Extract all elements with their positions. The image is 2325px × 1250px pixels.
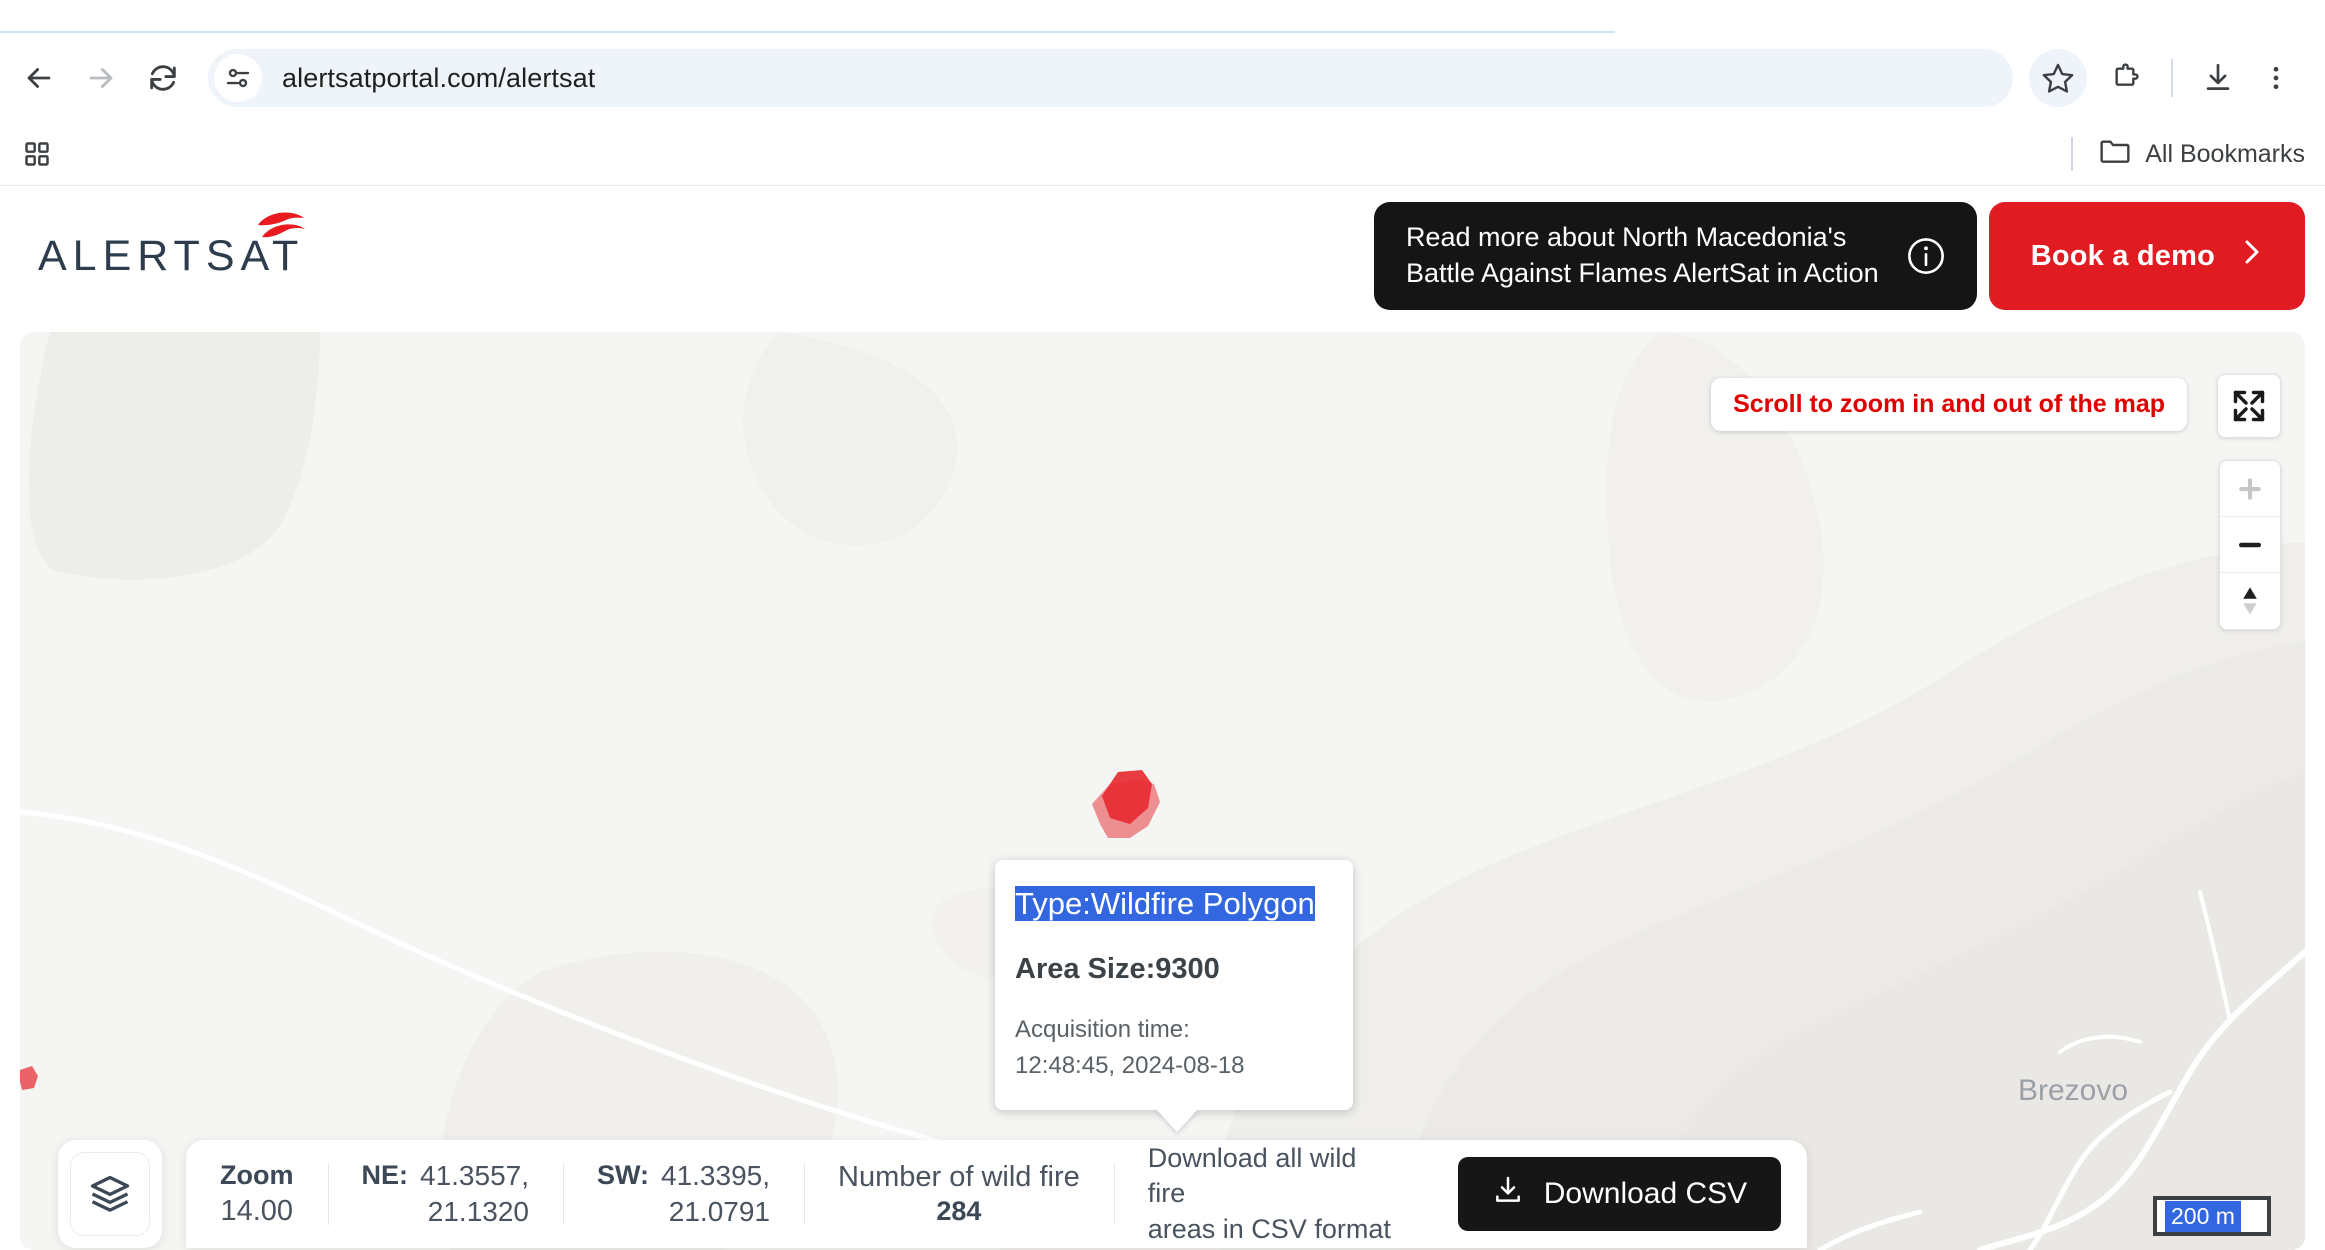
popup-area-size: Area Size:9300 <box>1015 952 1220 985</box>
apps-grid-icon[interactable] <box>14 131 60 177</box>
extensions-puzzle-icon[interactable] <box>2097 49 2155 107</box>
sw-coordinates: SW: 41.3395, 21.0791 <box>563 1158 804 1231</box>
sw-values: 41.3395, 21.0791 <box>661 1158 770 1231</box>
forward-arrow-icon[interactable] <box>70 47 132 109</box>
browser-window: alertsatportal.com/alertsat All Bookmark… <box>0 0 2325 1250</box>
wildfire-polygon-edge <box>20 1066 38 1090</box>
map-stats-bar: Zoom 14.00 NE: 41.3557, 21.1320 SW: 41.3… <box>186 1140 1808 1248</box>
map-container[interactable]: Brezovo Type:Wildfire Polygon Area Size:… <box>20 332 2305 1250</box>
promo-text: Read more about North Macedonia's Battle… <box>1406 220 1879 291</box>
promo-line-1: Read more about North Macedonia's <box>1405 222 1847 253</box>
back-arrow-icon[interactable] <box>8 47 70 109</box>
address-bar-url[interactable]: alertsatportal.com/alertsat <box>282 63 595 94</box>
site-settings-tune-icon[interactable] <box>214 54 262 102</box>
zoom-out-button[interactable] <box>2220 517 2280 573</box>
bookmarks-divider <box>2071 137 2074 171</box>
promo-line-2: Battle Against Flames AlertSat in Action <box>1405 258 1879 288</box>
map-zoom-controls <box>2219 460 2281 630</box>
popup-pointer <box>1155 1107 1199 1132</box>
ne-values: 41.3557, 21.1320 <box>420 1158 529 1231</box>
promo-banner[interactable]: Read more about North Macedonia's Battle… <box>1373 202 1977 310</box>
ne-label: NE: <box>361 1159 409 1190</box>
zoom-in-button[interactable] <box>2220 461 2280 517</box>
zoom-label: Zoom <box>220 1160 294 1190</box>
address-bar[interactable]: alertsatportal.com/alertsat <box>208 49 2013 107</box>
browser-toolbar: alertsatportal.com/alertsat <box>0 33 2325 123</box>
sw-label: SW: <box>597 1159 649 1190</box>
bookmarks-bar: All Bookmarks <box>0 123 2325 185</box>
map-scale-bar: 200 m <box>2153 1196 2271 1236</box>
download-csv-label: Download CSV <box>1543 1177 1748 1210</box>
scroll-hint-tooltip: Scroll to zoom in and out of the map <box>1711 378 2187 431</box>
star-icon[interactable] <box>2029 49 2087 107</box>
ne-lon: 21.1320 <box>427 1196 529 1227</box>
all-bookmarks-button[interactable]: All Bookmarks <box>2099 137 2305 172</box>
fullscreen-expand-icon[interactable] <box>2217 374 2281 438</box>
chevron-right-icon <box>2241 237 2263 275</box>
wildfire-count-stat: Number of wild fire 284 <box>804 1159 1114 1229</box>
download-icon <box>1492 1174 1524 1214</box>
download-icon[interactable] <box>2189 49 2247 107</box>
site-header: ALERTSAT Read more about North Macedonia… <box>0 186 2325 326</box>
flame-swoosh-icon <box>252 206 308 247</box>
popup-title: Type:Wildfire Polygon <box>1015 886 1315 921</box>
alertsat-logo[interactable]: ALERTSAT <box>38 212 306 281</box>
map-scale-label: 200 m <box>2165 1200 2241 1232</box>
ne-lat: 41.3557, <box>420 1159 529 1191</box>
popup-acquisition-value: 12:48:45, 2024-08-18 <box>1015 1051 1245 1079</box>
wildfire-count-label: Number of wild fire <box>838 1161 1080 1193</box>
folder-icon <box>2099 137 2131 172</box>
book-a-demo-label: Book a demo <box>2030 239 2215 272</box>
page-content: ALERTSAT Read more about North Macedonia… <box>0 186 2325 1250</box>
download-csv-button[interactable]: Download CSV <box>1457 1157 1782 1231</box>
wildfire-count-value: 284 <box>936 1196 982 1227</box>
toolbar-divider <box>2171 59 2173 97</box>
tab-strip <box>0 0 2325 33</box>
download-description: Download all wild fire areas in CSV form… <box>1114 1141 1432 1246</box>
layers-icon <box>70 1152 150 1236</box>
all-bookmarks-label: All Bookmarks <box>2145 139 2305 168</box>
book-a-demo-button[interactable]: Book a demo <box>1988 202 2305 310</box>
wildfire-polygon-selected <box>1092 770 1160 838</box>
popup-acquisition-label: Acquisition time: <box>1015 1015 1190 1043</box>
reload-icon[interactable] <box>132 47 194 109</box>
header-actions: Read more about North Macedonia's Battle… <box>1373 202 2305 310</box>
zoom-value: 14.00 <box>220 1194 294 1227</box>
download-desc-line-1: Download all wild fire <box>1147 1143 1357 1209</box>
download-desc-line-2: areas in CSV format <box>1147 1213 1391 1244</box>
ne-coordinates: NE: 41.3557, 21.1320 <box>328 1158 564 1231</box>
info-circle-icon[interactable] <box>1905 235 1947 277</box>
layers-button[interactable] <box>58 1140 162 1248</box>
kebab-menu-icon[interactable] <box>2247 49 2305 107</box>
compass-tilt-icon[interactable] <box>2220 573 2280 629</box>
sw-lon: 21.0791 <box>668 1196 770 1227</box>
wildfire-info-popup[interactable]: Type:Wildfire Polygon Area Size:9300 Acq… <box>995 860 1353 1132</box>
zoom-stat: Zoom 14.00 <box>186 1159 328 1229</box>
sw-lat: 41.3395, <box>661 1159 770 1191</box>
place-label-brezovo: Brezovo <box>2018 1074 2129 1107</box>
